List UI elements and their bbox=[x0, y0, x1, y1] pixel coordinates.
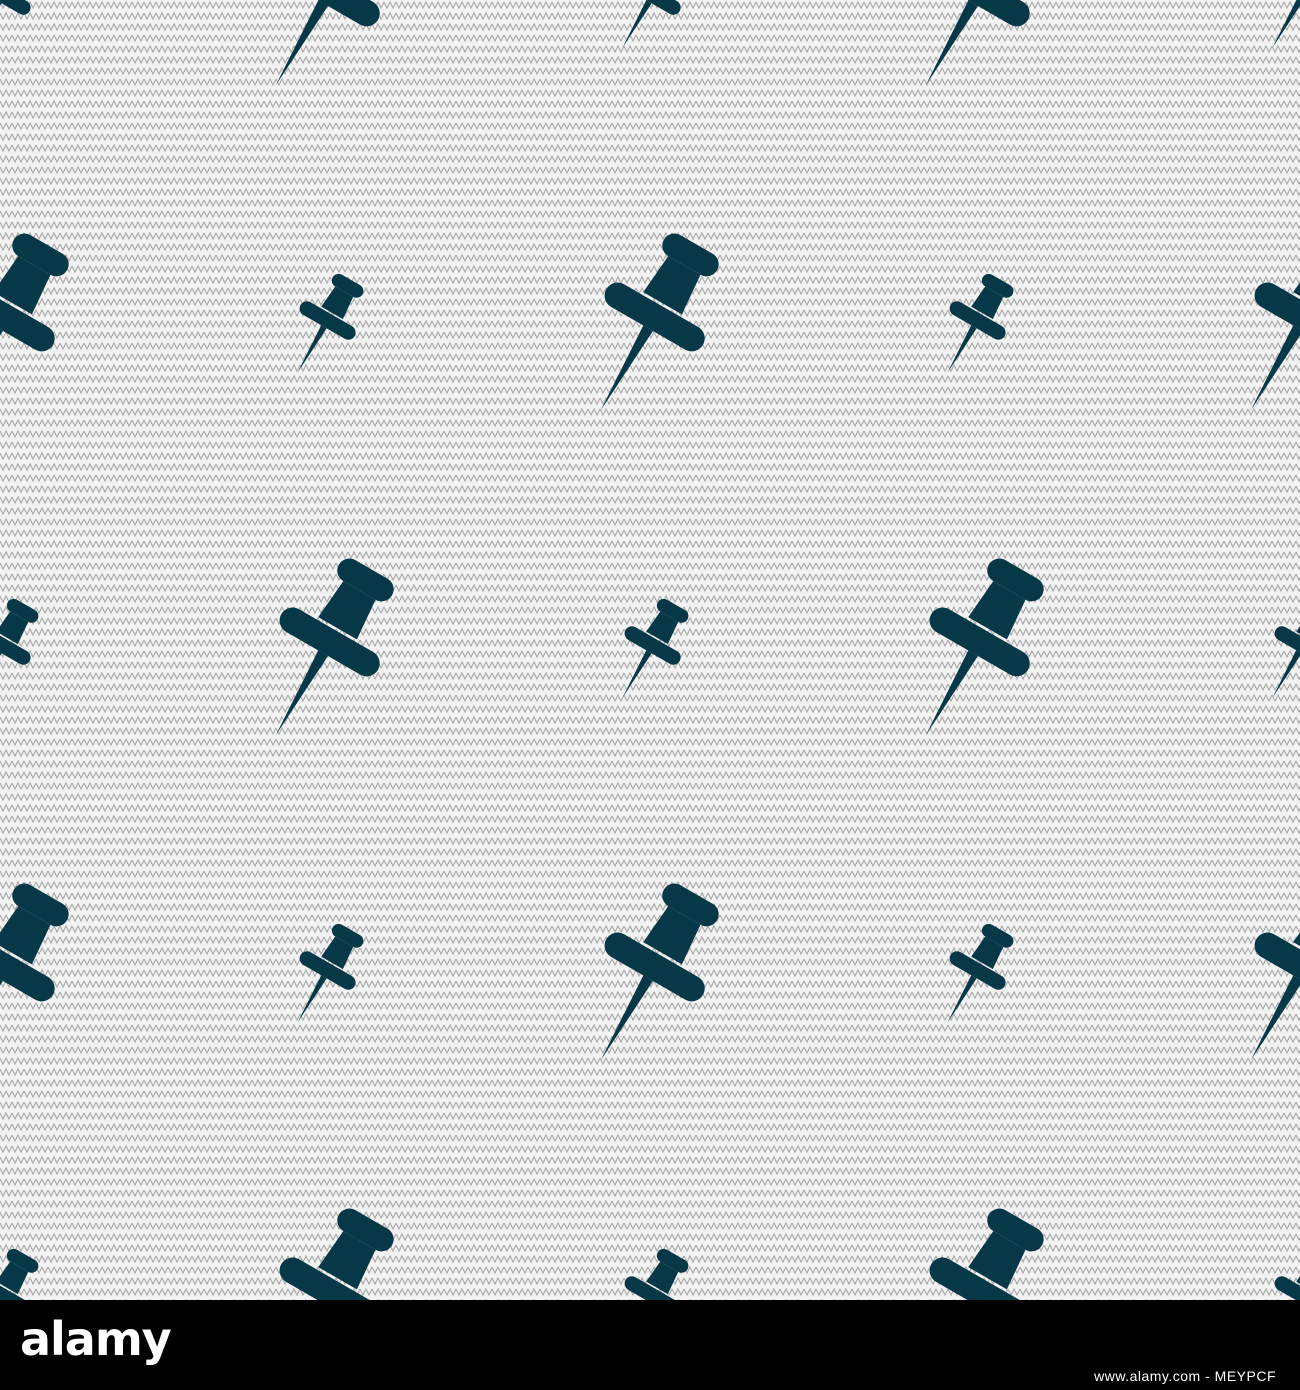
brand-logo[interactable]: alamy bbox=[20, 1312, 172, 1366]
seamless-pattern bbox=[0, 0, 1300, 1300]
pattern-canvas bbox=[0, 0, 1300, 1300]
image-id-label: www.alamy.com - MEYPCF bbox=[1094, 1368, 1276, 1384]
footer-bar: alamy www.alamy.com - MEYPCF bbox=[0, 1300, 1300, 1390]
